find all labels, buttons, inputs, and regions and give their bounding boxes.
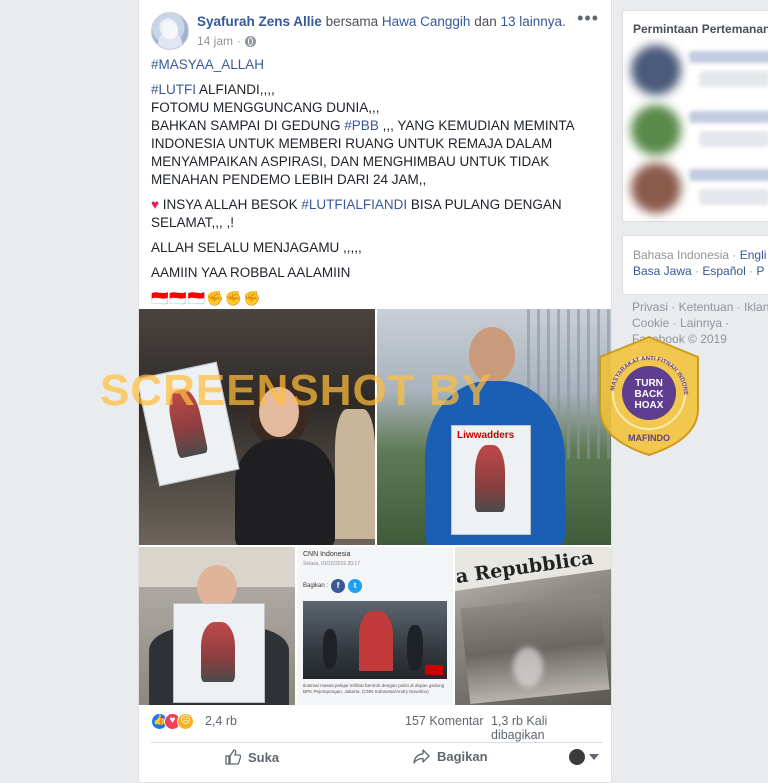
share-arrow-icon [413,749,430,764]
language-link-p[interactable]: P [756,264,764,278]
photo-cnn-article[interactable]: CNN Indonesia Selasa, 01/10/2019 20:17 B… [297,547,453,705]
photo-woman-with-poster[interactable] [139,309,375,545]
cnn-article-photo [303,601,447,679]
globe-icon [245,35,257,47]
photo-man-newspaper[interactable] [139,547,295,705]
text-line-1: ALFIANDI,,,, [196,82,275,97]
svg-text:TURN: TURN [635,378,663,389]
author-name[interactable]: Syafurah Zens Allie [197,14,322,29]
meta-dot: · [237,34,242,48]
lang-separator: · [729,248,740,262]
text-line-3-pre: BAHKAN SAMPAI DI GEDUNG [151,118,345,133]
friend-request-item[interactable] [631,161,768,217]
hashtag-lutfi[interactable]: #LUTFI [151,82,196,97]
text-line-2: FOTOMU MENGGUNCANG DUNIA,,, [151,100,380,115]
cnn-share-label: Bagikan : [303,583,329,589]
like-label: Suka [248,749,280,765]
friend-avatar [631,163,681,213]
text-line-5: ALLAH SELALU MENJAGAMU ,,,,, [151,240,362,255]
friend-action-blurred [699,71,768,87]
post-header: Syafurah Zens Allie bersama Hawa Canggih… [151,9,601,52]
footer-line-1[interactable]: Privasi · Ketentuan · Iklan [632,299,768,315]
language-link-english[interactable]: Engli [740,248,767,262]
right-sidebar: Permintaan Pertemanan Bahasa Indonesia ·… [622,10,768,346]
poster-image [139,361,240,487]
with-text: bersama [325,14,379,29]
photo-la-repubblica[interactable]: a Repubblica [455,547,611,705]
text-line-6: AAMIIN YAA ROBBAL AALAMIIN [151,265,351,280]
reaction-count[interactable]: 2,4 rb [205,714,237,728]
hashtag-masyaa-allah[interactable]: #MASYAA_ALLAH [151,57,264,72]
language-line-2: Basa Jawa · Español · P [633,264,764,278]
lang-separator: · [691,264,703,278]
post-time[interactable]: 14 jam [197,34,233,48]
facebook-share-icon: f [331,579,346,593]
svg-text:BACK: BACK [635,389,665,400]
others-link[interactable]: 13 lainnya [500,14,562,29]
post-text: #MASYAA_ALLAH #LUTFI ALFIANDI,,,, FOTOMU… [151,56,601,314]
poster-word: Liwwadders [457,430,515,441]
friend-name-blurred [689,51,768,63]
sad-reaction-icon: ☹ [177,713,194,730]
svg-text:MAFINDO: MAFINDO [628,433,670,443]
friend-request-item[interactable] [631,103,768,159]
friend-name-blurred [689,169,768,181]
cnn-source: CNN Indonesia [303,551,351,558]
cnn-share-row: Bagikan : f t [303,579,363,593]
language-link-espanol[interactable]: Español [702,264,745,278]
newspaper-image [173,603,265,703]
reaction-icons[interactable]: 👍 ♥ ☹ [151,713,194,730]
footer-copyright: Facebook © 2019 [632,332,727,346]
tagged-user[interactable]: Hawa Canggih [382,14,471,29]
post-card: Syafurah Zens Allie bersama Hawa Canggih… [138,0,612,783]
thumbs-up-icon [225,749,241,765]
friend-action-blurred [699,131,768,147]
poster-image [451,425,531,535]
language-link-basa-jawa[interactable]: Basa Jawa [633,264,692,278]
user-avatar-icon [569,749,585,765]
hashtag-lutfialfiandi[interactable]: #LUTFIALFIANDI [301,197,407,212]
like-button[interactable]: Suka [225,749,279,765]
current-language: Bahasa Indonesia [633,248,730,262]
header-period: . [562,14,566,29]
and-text: dan [474,14,497,29]
svg-text:HOAX: HOAX [635,400,664,411]
more-options-icon[interactable]: ••• [577,9,599,27]
identity-selector[interactable] [569,749,599,765]
photo-man-stadium[interactable]: Liwwadders [377,309,611,545]
footer-line-2[interactable]: Cookie · Lainnya · [632,315,768,331]
friend-name-blurred [689,111,768,123]
lang-separator: · [745,264,757,278]
hashtag-pbb[interactable]: #PBB [344,118,379,133]
friend-action-blurred [699,189,768,205]
friend-request-item[interactable] [631,43,768,99]
reaction-bar: 👍 ♥ ☹ 2,4 rb 157 Komentar 1,3 rb Kali di… [151,711,603,742]
cnn-date: Selasa, 01/10/2019 20:17 [303,561,360,567]
cnn-caption: Ilustrasi massa pelajar terlibat bentrok… [303,683,445,694]
share-count[interactable]: 1,3 rb Kali dibagikan [491,714,603,742]
friend-avatar [631,45,681,95]
friend-requests-title[interactable]: Permintaan Pertemanan [633,22,768,36]
footer-links: Privasi · Ketentuan · Iklan Cookie · Lai… [632,299,768,347]
heart-icon: ♥ [151,197,160,212]
post-meta: 14 jam · [197,34,257,48]
post-header-line: Syafurah Zens Allie bersama Hawa Canggih… [197,14,566,29]
emoji-row: 🇮🇩🇮🇩🇮🇩✊✊✊ [151,290,262,306]
language-line-1: Bahasa Indonesia · Engli [633,248,766,262]
friend-requests-box: Permintaan Pertemanan [622,10,768,222]
friend-avatar [631,105,681,155]
caret-down-icon [589,754,599,760]
action-bar: Suka Bagikan [151,742,603,776]
language-box: Bahasa Indonesia · Engli Basa Jawa · Esp… [622,235,768,295]
author-avatar[interactable] [151,12,189,50]
comment-count[interactable]: 157 Komentar [405,714,484,728]
photo-grid: Liwwadders CNN Indonesia Selasa, 01/10/2… [139,309,611,705]
twitter-share-icon: t [348,579,363,593]
share-button[interactable]: Bagikan [413,749,488,764]
share-label: Bagikan [437,749,488,764]
text-line-4-pre: INSYA ALLAH BESOK [159,197,302,212]
